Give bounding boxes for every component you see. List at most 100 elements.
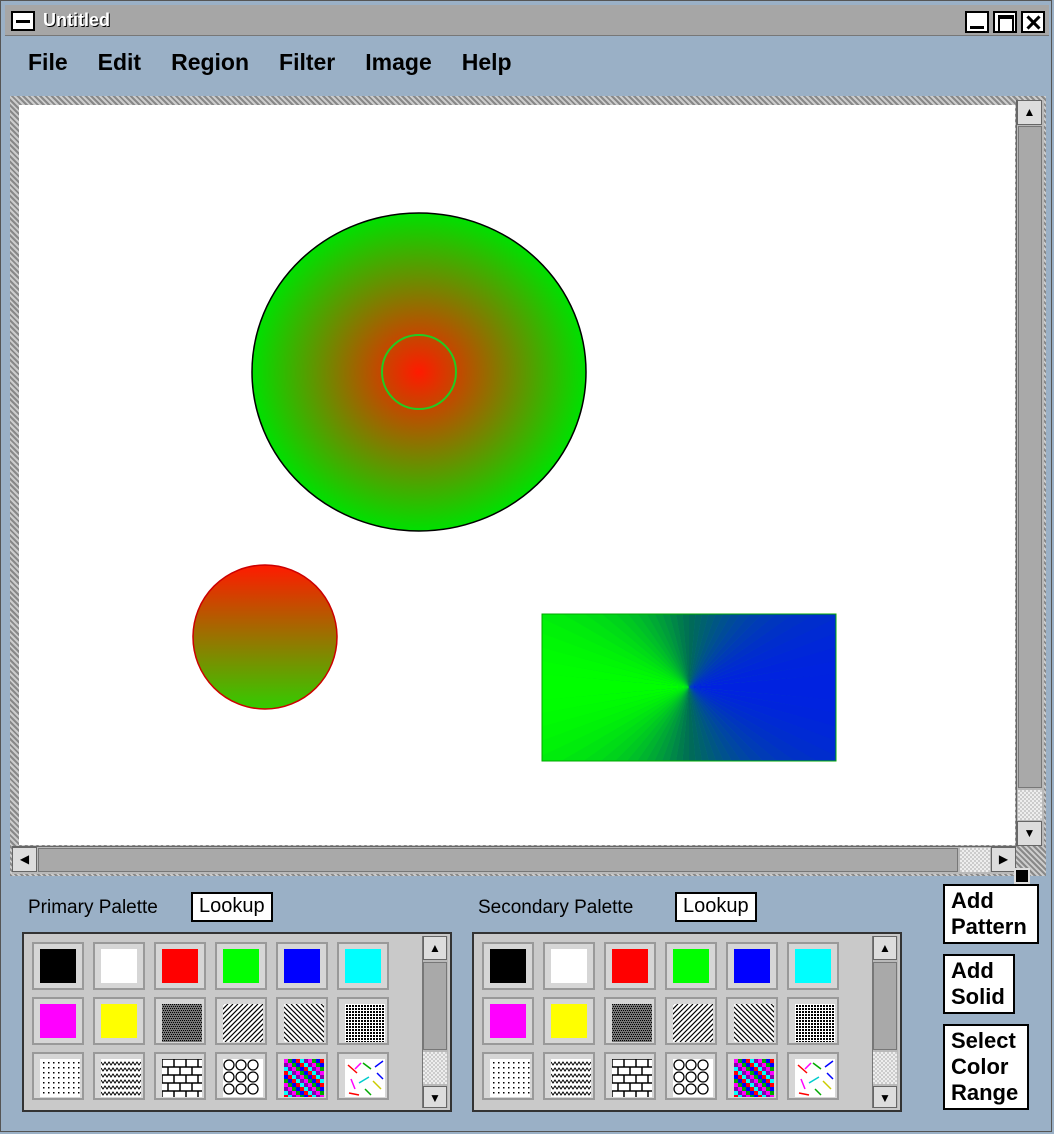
primary-swatch-pattern-confetti[interactable] [337, 1052, 389, 1100]
color-fill [101, 949, 137, 983]
secondary-palette-scroll-up[interactable]: ▲ [873, 936, 897, 960]
secondary-swatch-pattern-confetti[interactable] [787, 1052, 839, 1100]
menu-help[interactable]: Help [462, 49, 512, 85]
secondary-swatch-pattern-color-tiles[interactable] [726, 1052, 778, 1100]
primary-swatch-pattern-grid[interactable] [337, 997, 389, 1045]
primary-swatch-pattern-brick[interactable] [154, 1052, 206, 1100]
gradient-wedge [689, 614, 794, 687]
shape-radial-circle[interactable] [251, 212, 587, 532]
pattern-diag-left-icon [245, 1003, 400, 1043]
secondary-swatch-0000ff[interactable] [726, 942, 778, 990]
color-fill [734, 949, 770, 983]
secondary-swatch-pattern-circles[interactable] [665, 1052, 717, 1100]
primary-swatch-pattern-dots-sparse[interactable] [32, 1052, 84, 1100]
pattern-confetti-icon [345, 1059, 385, 1097]
scroll-left-button[interactable]: ◀ [12, 847, 37, 872]
pattern-zigzag-icon [550, 1059, 592, 1097]
secondary-swatch-000000[interactable] [482, 942, 534, 990]
canvas-drawing [192, 212, 837, 762]
drawing-canvas[interactable] [19, 105, 1015, 845]
select-color-range-button[interactable]: Select Color Range [943, 1024, 1029, 1110]
secondary-swatch-ffffff[interactable] [543, 942, 595, 990]
secondary-swatch-pattern-dots-sparse[interactable] [482, 1052, 534, 1100]
add-solid-button[interactable]: Add Solid [943, 954, 1015, 1014]
secondary-swatch-pattern-diag-right[interactable] [634, 997, 789, 1045]
primary-swatch-ff00ff[interactable] [32, 997, 84, 1045]
secondary-palette-scroll-track[interactable] [873, 1052, 897, 1084]
title-bar[interactable]: Untitled [5, 5, 1049, 36]
primary-swatch-ffffff[interactable] [93, 942, 145, 990]
color-fill [345, 949, 381, 983]
vertical-scrollbar[interactable]: ▲ ▼ [1016, 100, 1044, 846]
scroll-right-button[interactable]: ▶ [991, 847, 1016, 872]
primary-swatch-ff0000[interactable] [154, 942, 206, 990]
color-fill [40, 1004, 76, 1038]
pattern-dots-sparse-icon [40, 1059, 80, 1097]
color-fill [223, 949, 259, 983]
maximize-button[interactable] [993, 11, 1017, 33]
shape-vertical-circle[interactable] [192, 564, 338, 710]
secondary-palette-scroll-thumb[interactable] [873, 962, 897, 1050]
menu-edit[interactable]: Edit [98, 49, 141, 85]
horizontal-scroll-track[interactable] [960, 848, 990, 872]
primary-swatch-pattern-diag-left[interactable] [245, 997, 400, 1045]
secondary-swatch-ffff00[interactable] [543, 997, 595, 1045]
secondary-swatch-pattern-grid[interactable] [787, 997, 839, 1045]
primary-swatch-000000[interactable] [32, 942, 84, 990]
secondary-palette-scrollbar[interactable]: ▲ ▼ [872, 936, 898, 1108]
primary-palette-scroll-track[interactable] [423, 1052, 447, 1084]
primary-swatch-0000ff[interactable] [276, 942, 328, 990]
gradient-wedge [689, 614, 776, 687]
horizontal-scroll-thumb[interactable] [38, 848, 958, 872]
resize-corner-icon[interactable] [1014, 868, 1030, 884]
scroll-up-button[interactable]: ▲ [1017, 100, 1042, 125]
secondary-swatch-ff0000[interactable] [604, 942, 656, 990]
add-pattern-button[interactable]: Add Pattern [943, 884, 1039, 944]
primary-palette-scroll-up[interactable]: ▲ [423, 936, 447, 960]
secondary-swatch-pattern-dots-dense[interactable] [604, 997, 656, 1045]
secondary-swatch-ff00ff[interactable] [482, 997, 534, 1045]
primary-palette: ▲ ▼ [22, 932, 452, 1112]
window-title: Untitled [43, 10, 110, 30]
secondary-swatch-pattern-brick[interactable] [604, 1052, 656, 1100]
menu-image[interactable]: Image [365, 49, 431, 85]
primary-swatch-pattern-diag-right[interactable] [184, 997, 339, 1045]
menu-region[interactable]: Region [171, 49, 249, 85]
secondary-swatch-00ff00[interactable] [665, 942, 717, 990]
primary-swatch-pattern-circles[interactable] [215, 1052, 267, 1100]
primary-swatch-pattern-dots-dense[interactable] [154, 997, 206, 1045]
primary-palette-scrollbar[interactable]: ▲ ▼ [422, 936, 448, 1108]
primary-swatch-00ffff[interactable] [337, 942, 389, 990]
color-fill [40, 949, 76, 983]
pattern-color-tiles-icon [284, 1059, 324, 1099]
pattern-color-tiles-icon [734, 1059, 774, 1099]
secondary-lookup-button[interactable]: Lookup [675, 892, 757, 922]
color-fill [284, 949, 320, 983]
primary-swatch-pattern-zigzag[interactable] [93, 1052, 145, 1100]
close-button[interactable] [1021, 11, 1045, 33]
menu-file[interactable]: File [28, 49, 68, 85]
primary-lookup-button[interactable]: Lookup [191, 892, 273, 922]
primary-palette-scroll-thumb[interactable] [423, 962, 447, 1050]
primary-swatch-pattern-color-tiles[interactable] [276, 1052, 328, 1100]
scroll-down-button[interactable]: ▼ [1017, 821, 1042, 846]
pattern-diag-left-icon [695, 1003, 850, 1043]
pattern-brick-icon [611, 1058, 652, 1099]
secondary-swatch-pattern-diag-left[interactable] [695, 997, 850, 1045]
primary-swatch-ffff00[interactable] [93, 997, 145, 1045]
primary-swatch-00ff00[interactable] [215, 942, 267, 990]
secondary-swatch-00ffff[interactable] [787, 942, 839, 990]
secondary-swatch-pattern-zigzag[interactable] [543, 1052, 595, 1100]
horizontal-scrollbar[interactable]: ◀ ▶ [12, 846, 1016, 874]
menu-filter[interactable]: Filter [279, 49, 335, 85]
color-fill [162, 949, 198, 983]
vertical-scroll-track[interactable] [1018, 790, 1042, 820]
primary-palette-scroll-down[interactable]: ▼ [423, 1086, 447, 1108]
pattern-zigzag-icon [100, 1059, 142, 1097]
system-menu-icon[interactable] [11, 11, 35, 31]
pattern-dots-dense-icon [162, 1004, 202, 1042]
vertical-scroll-thumb[interactable] [1018, 126, 1042, 788]
color-fill [490, 949, 526, 983]
secondary-palette-scroll-down[interactable]: ▼ [873, 1086, 897, 1108]
minimize-button[interactable] [965, 11, 989, 33]
